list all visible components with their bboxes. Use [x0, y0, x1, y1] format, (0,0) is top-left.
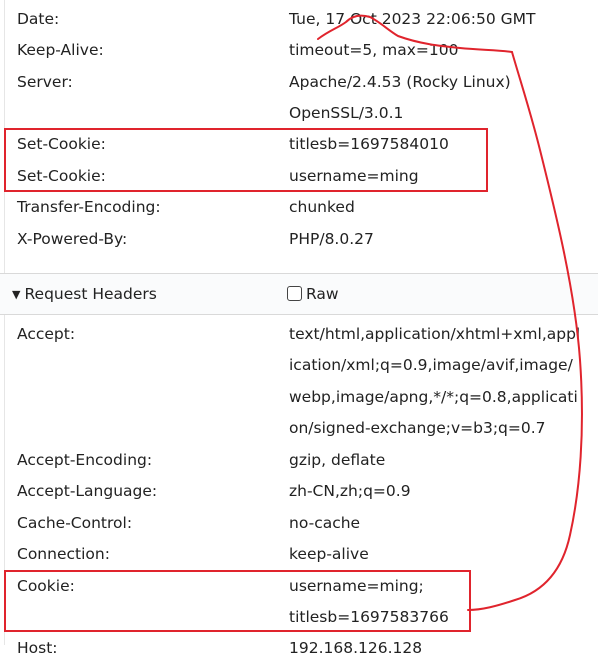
header-name-transfer-encoding: Transfer-Encoding: [17, 198, 161, 216]
raw-checkbox[interactable] [287, 286, 302, 301]
header-value-accept-cont-3: on/signed-exchange;v=b3;q=0.7 [289, 419, 546, 437]
header-value-server-cont: OpenSSL/3.0.1 [289, 104, 404, 122]
header-name-accept-language: Accept-Language: [17, 482, 158, 500]
header-value-cache-control: no-cache [289, 514, 361, 532]
header-value-server: Apache/2.4.53 (Rocky Linux) [289, 73, 511, 91]
raw-toggle[interactable]: Raw [287, 284, 339, 304]
header-name-connection: Connection: [17, 545, 110, 563]
header-name-accept-encoding: Accept-Encoding: [17, 451, 153, 469]
header-value-x-powered-by: PHP/8.0.27 [289, 230, 374, 248]
header-name-x-powered-by: X-Powered-By: [17, 230, 128, 248]
header-value-transfer-encoding: chunked [289, 198, 355, 216]
header-name-host: Host: [17, 639, 58, 657]
header-value-connection: keep-alive [289, 545, 369, 563]
request-headers-section-header[interactable]: ▼ Request Headers Raw [0, 274, 598, 314]
header-name-cache-control: Cache-Control: [17, 514, 133, 532]
header-value-accept-language: zh-CN,zh;q=0.9 [289, 482, 411, 500]
header-value-accept: text/html,application/xhtml+xml,appl [289, 325, 581, 343]
left-border [4, 0, 5, 645]
header-value-accept-cont-1: ication/xml;q=0.9,image/avif,image/ [289, 356, 573, 374]
header-name-server: Server: [17, 73, 73, 91]
header-value-host: 192.168.126.128 [289, 639, 423, 657]
header-value-date: Tue, 17 Oct 2023 22:06:50 GMT [289, 10, 536, 28]
header-value-keep-alive: timeout=5, max=100 [289, 41, 459, 59]
raw-label: Raw [306, 285, 339, 303]
collapse-triangle-icon: ▼ [12, 288, 21, 301]
request-headers-title: Request Headers [24, 285, 157, 303]
header-name-accept: Accept: [17, 325, 76, 343]
header-name-date: Date: [17, 10, 60, 28]
request-headers-toggle[interactable]: ▼ Request Headers [12, 284, 157, 306]
set-cookie-highlight-box [4, 128, 488, 192]
section-divider-bottom [0, 314, 598, 315]
cookie-highlight-box [4, 570, 471, 632]
header-value-accept-encoding: gzip, deflate [289, 451, 386, 469]
header-value-accept-cont-2: webp,image/apng,*/*;q=0.8,applicati [289, 388, 578, 406]
header-name-keep-alive: Keep-Alive: [17, 41, 104, 59]
